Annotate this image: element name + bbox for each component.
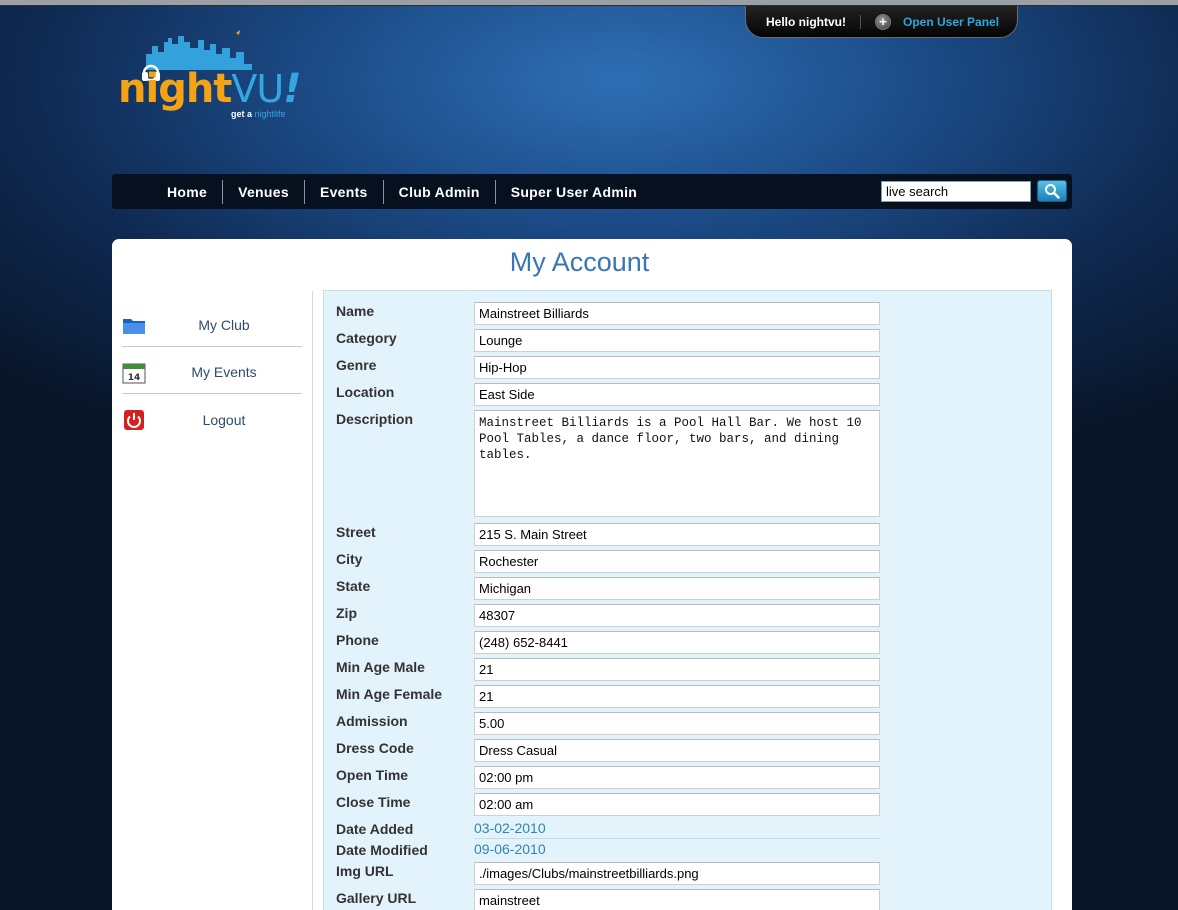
genre-label: Genre	[336, 357, 377, 373]
city-label: City	[336, 551, 363, 567]
plus-icon[interactable]: +	[875, 13, 891, 30]
genre-field[interactable]: Hip-Hop	[474, 356, 880, 379]
date-added-value: 03-02-2010	[474, 820, 880, 839]
live-search-input[interactable]	[881, 181, 1031, 202]
nightvu-logo[interactable]: nightVU! get a nightlife	[118, 30, 301, 125]
search-button[interactable]	[1037, 180, 1067, 202]
folder-icon	[123, 319, 145, 334]
dress-code-field[interactable]: Dress Casual	[474, 739, 880, 762]
min-age-male-label: Min Age Male	[336, 659, 425, 675]
nav-events[interactable]: Events	[305, 180, 383, 204]
logo-tagline-prefix: get a	[231, 109, 255, 119]
date-modified-label: Date Modified	[336, 842, 428, 858]
dress-code-label: Dress Code	[336, 740, 414, 756]
street-field[interactable]: 215 S. Main Street	[474, 523, 880, 546]
name-label: Name	[336, 303, 375, 319]
category-field[interactable]: Lounge	[474, 329, 880, 352]
state-field[interactable]: Michigan	[474, 577, 880, 600]
close-time-field[interactable]: 02:00 am	[474, 793, 880, 816]
logo-exclamation: !	[283, 66, 301, 112]
account-form: Name Mainstreet Billiards Category Loung…	[323, 290, 1052, 910]
zip-field[interactable]: 48307	[474, 604, 880, 627]
zip-label: Zip	[336, 605, 357, 621]
sidebar-item-my-club[interactable]: My Club	[122, 300, 302, 347]
power-icon	[124, 410, 144, 430]
logo-word-night: night	[118, 66, 232, 112]
nav-club-admin[interactable]: Club Admin	[384, 180, 495, 204]
sidebar-item-label: Logout	[202, 411, 246, 428]
phone-label: Phone	[336, 632, 379, 648]
location-field[interactable]: East Side	[474, 383, 880, 406]
category-label: Category	[336, 330, 397, 346]
main-nav: Home Venues Events Club Admin Super User…	[112, 174, 1072, 209]
date-added-label: Date Added	[336, 821, 414, 837]
admission-field[interactable]: 5.00	[474, 712, 880, 735]
nav-super-user-admin[interactable]: Super User Admin	[496, 180, 652, 204]
open-user-panel-link[interactable]: Open User Panel	[903, 15, 999, 29]
open-time-label: Open Time	[336, 767, 409, 783]
gallery-url-field[interactable]: mainstreet	[474, 889, 880, 910]
min-age-male-field[interactable]: 21	[474, 658, 880, 681]
sidebar-item-label: My Events	[191, 364, 257, 380]
sidebar-item-logout[interactable]: Logout	[122, 394, 302, 441]
street-label: Street	[336, 524, 376, 540]
admission-label: Admission	[336, 713, 408, 729]
user-panel: Hello nightvu! + Open User Panel	[745, 6, 1018, 38]
page-title: My Account	[509, 247, 650, 277]
content-panel: My Account My Club 14 My Events Logout N…	[112, 239, 1072, 910]
close-time-label: Close Time	[336, 794, 411, 810]
location-label: Location	[336, 384, 395, 400]
logo-word-vu: VU	[231, 67, 284, 111]
state-label: State	[336, 578, 371, 594]
date-modified-value: 09-06-2010	[474, 841, 546, 857]
nav-home[interactable]: Home	[152, 180, 222, 204]
search-icon	[1045, 184, 1060, 199]
img-url-field[interactable]: ./images/Clubs/mainstreetbilliards.png	[474, 862, 880, 885]
calendar-day-text: 14	[128, 373, 141, 383]
logo-tagline-accent: nightlife	[254, 109, 286, 119]
sidebar-item-my-events[interactable]: 14 My Events	[122, 347, 302, 394]
name-field[interactable]: Mainstreet Billiards	[474, 302, 880, 325]
description-label: Description	[336, 411, 414, 427]
open-time-field[interactable]: 02:00 pm	[474, 766, 880, 789]
account-sidebar: My Club 14 My Events Logout	[122, 300, 302, 441]
description-textarea[interactable]: Mainstreet Billiards is a Pool Hall Bar.…	[474, 410, 880, 517]
sidebar-item-label: My Club	[198, 317, 250, 333]
phone-field[interactable]: (248) 652-8441	[474, 631, 880, 654]
user-greeting: Hello nightvu!	[766, 14, 846, 29]
min-age-female-field[interactable]: 21	[474, 685, 880, 708]
nav-venues[interactable]: Venues	[223, 180, 304, 204]
calendar-icon: 14	[122, 363, 146, 384]
sidebar-divider	[312, 291, 313, 910]
min-age-female-label: Min Age Female	[336, 686, 443, 702]
city-field[interactable]: Rochester	[474, 550, 880, 573]
gallery-url-label: Gallery URL	[336, 890, 417, 906]
img-url-label: Img URL	[336, 863, 394, 879]
user-panel-divider	[860, 14, 861, 29]
